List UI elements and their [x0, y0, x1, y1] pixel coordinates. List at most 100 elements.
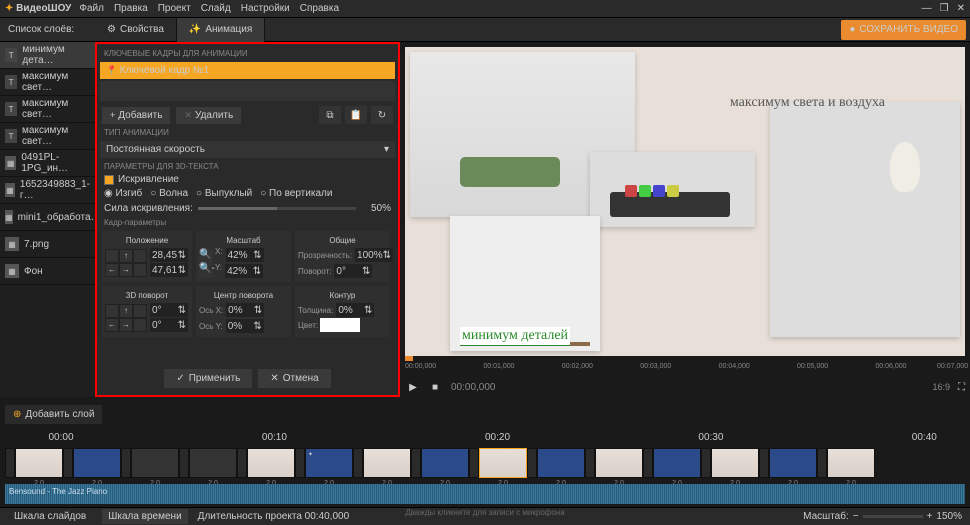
transition[interactable]	[701, 448, 711, 478]
slide-thumbnail[interactable]: 2.0	[595, 448, 643, 478]
delete-keyframe-button[interactable]: ✕ Удалить	[176, 107, 241, 124]
thickness-input[interactable]: 0%⇅	[336, 303, 374, 317]
menu-edit[interactable]: Правка	[114, 3, 148, 14]
slides-scale-tab[interactable]: Шкала слайдов	[8, 509, 92, 524]
layer-item[interactable]: Tмаксимум свет…	[0, 96, 95, 123]
zoom-value: 150%	[936, 511, 962, 522]
paste-icon[interactable]: 📋	[345, 106, 367, 124]
menu-file[interactable]: Файл	[79, 3, 104, 14]
transition[interactable]	[759, 448, 769, 478]
menu-settings[interactable]: Настройки	[241, 3, 290, 14]
audio-track[interactable]: Bensound - The Jazz Piano	[5, 484, 965, 504]
slide-thumbnail[interactable]: 2.0	[73, 448, 121, 478]
preview-canvas[interactable]: максимум света и воздуха минимум деталей	[405, 47, 965, 356]
layer-item[interactable]: ▦0491PL-1PG_ин…	[0, 150, 95, 177]
apply-button[interactable]: ✓ Применить	[164, 369, 252, 388]
transition[interactable]	[411, 448, 421, 478]
timeline-scale-tab[interactable]: Шкала времени	[102, 509, 187, 524]
layer-item[interactable]: Tминимум дета…	[0, 42, 95, 69]
slide-thumbnail[interactable]: 2.0	[131, 448, 179, 478]
keyframe-selected[interactable]: 📍 Ключевой кадр №1	[100, 62, 395, 79]
slide-thumbnail[interactable]: 2.0	[247, 448, 295, 478]
transition[interactable]	[295, 448, 305, 478]
layer-item[interactable]: Tмаксимум свет…	[0, 69, 95, 96]
tab-animation[interactable]: ✨Анимация	[177, 18, 265, 42]
fullscreen-icon[interactable]: ⛶	[958, 382, 965, 393]
rot3d-arrows[interactable]: ↑ ←→	[105, 304, 147, 332]
close-icon[interactable]: ✕	[957, 3, 965, 14]
curvature-checkbox[interactable]	[104, 175, 114, 185]
color-swatch[interactable]	[320, 318, 360, 332]
slide-thumbnail[interactable]: ✦2.0	[305, 448, 353, 478]
scale-y-input[interactable]: 42%⇅	[225, 264, 263, 278]
layer-item[interactable]: ▦1652349883_1-г…	[0, 177, 95, 204]
keyframe-track[interactable]	[100, 81, 395, 101]
slide-thumbnail[interactable]: 2.0	[537, 448, 585, 478]
slide-thumbnail[interactable]: 2.0	[15, 448, 63, 478]
slide-thumbnail[interactable]: 2.0	[363, 448, 411, 478]
play-button[interactable]: ▶	[405, 379, 421, 395]
slide-thumbnail[interactable]: 2.0	[827, 448, 875, 478]
menu-slide[interactable]: Слайд	[201, 3, 231, 14]
menu-help[interactable]: Справка	[300, 3, 339, 14]
add-keyframe-button[interactable]: + Добавить	[102, 107, 170, 124]
radio-bend[interactable]: ◉ Изгиб	[104, 188, 142, 199]
maximize-icon[interactable]: ❐	[940, 3, 949, 14]
add-layer-button[interactable]: ⊕ Добавить слой	[5, 405, 102, 424]
transition[interactable]	[817, 448, 827, 478]
aspect-ratio[interactable]: 16:9	[932, 382, 950, 392]
radio-convex[interactable]: ○ Выпуклый	[196, 188, 252, 199]
curve-slider[interactable]	[198, 207, 356, 210]
zoom-in-icon[interactable]: 🔍+	[199, 249, 213, 263]
slide-thumbnail[interactable]: 2.0	[711, 448, 759, 478]
minimize-icon[interactable]: —	[922, 3, 932, 14]
scale-x-input[interactable]: 42%⇅	[226, 248, 264, 262]
transition[interactable]	[585, 448, 595, 478]
radio-wave[interactable]: ○ Волна	[150, 188, 188, 199]
pos-y-input[interactable]: 47,61⇅	[150, 263, 188, 277]
transition[interactable]	[121, 448, 131, 478]
refresh-icon[interactable]: ↻	[371, 106, 393, 124]
zoom-out-button[interactable]: −	[853, 511, 859, 522]
slide-thumbnail[interactable]: 2.0	[189, 448, 237, 478]
zoom-in-button[interactable]: +	[927, 511, 933, 522]
preview-text-selected[interactable]: минимум деталей	[460, 327, 570, 346]
position-arrows[interactable]: ↑ ←→	[105, 249, 147, 277]
thumbnail-track[interactable]: 2.0 2.0 2.0 2.0 2.0 ✦2.0 2.0 2.0 2.0 2.0 2.0 2.0 2.0…	[0, 444, 970, 482]
timeline-ruler[interactable]: 00:00 00:10 00:20 00:30 00:40	[0, 432, 970, 444]
slide-thumbnail[interactable]: 2.0	[769, 448, 817, 478]
rot3d-y-input[interactable]: 0°⇅	[150, 318, 188, 332]
pos-x-input[interactable]: 28,45⇅	[150, 248, 188, 262]
layer-item[interactable]: ▦Фон	[0, 258, 95, 285]
transition[interactable]	[643, 448, 653, 478]
transition[interactable]	[63, 448, 73, 478]
menu-project[interactable]: Проект	[158, 3, 191, 14]
opacity-input[interactable]: 100%⇅	[355, 248, 393, 262]
slide-thumbnail[interactable]: 2.0	[421, 448, 469, 478]
save-video-button[interactable]: ●СОХРАНИТЬ ВИДЕО	[841, 20, 966, 40]
transition[interactable]	[527, 448, 537, 478]
layer-item[interactable]: ▦7.png	[0, 231, 95, 258]
zoom-out-icon[interactable]: 🔍-	[199, 263, 213, 277]
transition[interactable]	[5, 448, 15, 478]
zoom-slider[interactable]	[863, 515, 923, 518]
tab-properties[interactable]: ⚙Свойства	[95, 18, 177, 42]
preview-ruler[interactable]: 00:00,000 00:01,000 00:02,000 00:03,000 …	[405, 361, 965, 376]
slide-thumbnail[interactable]: 2.0	[653, 448, 701, 478]
stop-button[interactable]: ■	[427, 379, 443, 395]
transition[interactable]	[179, 448, 189, 478]
pivot-y-input[interactable]: 0%⇅	[226, 319, 264, 333]
transition[interactable]	[353, 448, 363, 478]
rot3d-x-input[interactable]: 0°⇅	[150, 303, 188, 317]
pivot-x-input[interactable]: 0%⇅	[226, 303, 264, 317]
slide-thumbnail[interactable]: 2.0	[479, 448, 527, 478]
transition[interactable]	[469, 448, 479, 478]
cancel-button[interactable]: ✕ Отмена	[258, 369, 330, 388]
copy-icon[interactable]: ⧉	[319, 106, 341, 124]
radio-vertical[interactable]: ○ По вертикали	[260, 188, 332, 199]
layer-item[interactable]: ▦mini1_обработа…	[0, 204, 95, 231]
layer-item[interactable]: Tмаксимум свет…	[0, 123, 95, 150]
animtype-dropdown[interactable]: Постоянная скорость▾	[100, 141, 395, 158]
rotation-input[interactable]: 0°⇅	[334, 264, 372, 278]
transition[interactable]	[237, 448, 247, 478]
